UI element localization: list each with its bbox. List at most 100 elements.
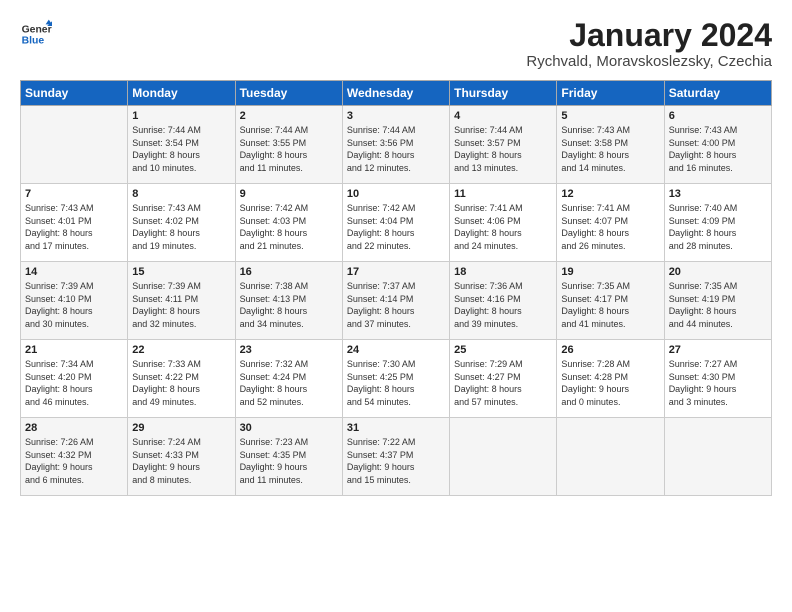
logo-icon: General Blue: [20, 18, 52, 50]
calendar-cell: 12 Sunrise: 7:41 AM Sunset: 4:07 PM Dayli…: [557, 184, 664, 262]
day-info: Sunrise: 7:34 AM Sunset: 4:20 PM Dayligh…: [25, 358, 123, 408]
col-sunday: Sunday: [21, 81, 128, 106]
calendar-cell: [450, 418, 557, 496]
calendar-cell: 8 Sunrise: 7:43 AM Sunset: 4:02 PM Daylig…: [128, 184, 235, 262]
col-tuesday: Tuesday: [235, 81, 342, 106]
col-thursday: Thursday: [450, 81, 557, 106]
day-number: 16: [240, 266, 338, 278]
day-info: Sunrise: 7:22 AM Sunset: 4:37 PM Dayligh…: [347, 436, 445, 486]
svg-text:Blue: Blue: [22, 36, 45, 47]
day-number: 20: [669, 266, 767, 278]
page: General Blue January 2024 Rychvald, Mora…: [0, 0, 792, 612]
calendar-cell: 19 Sunrise: 7:35 AM Sunset: 4:17 PM Dayli…: [557, 262, 664, 340]
calendar-cell: 26Sunrise: 7:28 AM Sunset: 4:28 PM Dayli…: [557, 340, 664, 418]
day-info: Sunrise: 7:44 AM Sunset: 3:56 PM Dayligh…: [347, 124, 445, 174]
day-number: 7: [25, 188, 123, 200]
day-info: Sunrise: 7:43 AM Sunset: 4:01 PM Dayligh…: [25, 202, 123, 252]
title-area: January 2024 Rychvald, Moravskoslezsky, …: [526, 18, 772, 70]
day-info: Sunrise: 7:27 AM Sunset: 4:30 PM Dayligh…: [669, 358, 767, 408]
header: General Blue January 2024 Rychvald, Mora…: [20, 18, 772, 70]
day-number: 26: [561, 344, 659, 356]
day-info: Sunrise: 7:42 AM Sunset: 4:04 PM Dayligh…: [347, 202, 445, 252]
calendar-cell: 10 Sunrise: 7:42 AM Sunset: 4:04 PM Dayli…: [342, 184, 449, 262]
day-info: Sunrise: 7:30 AM Sunset: 4:25 PM Dayligh…: [347, 358, 445, 408]
day-number: 24: [347, 344, 445, 356]
day-info: Sunrise: 7:32 AM Sunset: 4:24 PM Dayligh…: [240, 358, 338, 408]
calendar-cell: 28Sunrise: 7:26 AM Sunset: 4:32 PM Dayli…: [21, 418, 128, 496]
day-info: Sunrise: 7:35 AM Sunset: 4:17 PM Dayligh…: [561, 280, 659, 330]
day-info: Sunrise: 7:29 AM Sunset: 4:27 PM Dayligh…: [454, 358, 552, 408]
day-info: Sunrise: 7:41 AM Sunset: 4:06 PM Dayligh…: [454, 202, 552, 252]
day-number: 25: [454, 344, 552, 356]
day-number: 11: [454, 188, 552, 200]
day-number: 23: [240, 344, 338, 356]
svg-text:General: General: [22, 24, 52, 35]
calendar-cell: 22 Sunrise: 7:33 AM Sunset: 4:22 PM Dayli…: [128, 340, 235, 418]
header-row: Sunday Monday Tuesday Wednesday Thursday…: [21, 81, 772, 106]
calendar-week-3: 21Sunrise: 7:34 AM Sunset: 4:20 PM Dayli…: [21, 340, 772, 418]
calendar-cell: 24 Sunrise: 7:30 AM Sunset: 4:25 PM Dayli…: [342, 340, 449, 418]
calendar-cell: 7 Sunrise: 7:43 AM Sunset: 4:01 PM Daylig…: [21, 184, 128, 262]
day-number: 28: [25, 422, 123, 434]
day-info: Sunrise: 7:43 AM Sunset: 4:02 PM Dayligh…: [132, 202, 230, 252]
calendar-week-2: 14 Sunrise: 7:39 AM Sunset: 4:10 PM Dayli…: [21, 262, 772, 340]
calendar-cell: 6 Sunrise: 7:43 AM Sunset: 4:00 PM Daylig…: [664, 106, 771, 184]
col-monday: Monday: [128, 81, 235, 106]
day-info: Sunrise: 7:43 AM Sunset: 3:58 PM Dayligh…: [561, 124, 659, 174]
calendar-cell: 16 Sunrise: 7:38 AM Sunset: 4:13 PM Dayli…: [235, 262, 342, 340]
calendar-cell: 17 Sunrise: 7:37 AM Sunset: 4:14 PM Dayli…: [342, 262, 449, 340]
day-number: 14: [25, 266, 123, 278]
calendar-cell: 4 Sunrise: 7:44 AM Sunset: 3:57 PM Daylig…: [450, 106, 557, 184]
day-number: 6: [669, 110, 767, 122]
calendar-cell: 31 Sunrise: 7:22 AM Sunset: 4:37 PM Dayli…: [342, 418, 449, 496]
calendar-cell: [557, 418, 664, 496]
calendar-cell: 23 Sunrise: 7:32 AM Sunset: 4:24 PM Dayli…: [235, 340, 342, 418]
day-number: 3: [347, 110, 445, 122]
day-info: Sunrise: 7:23 AM Sunset: 4:35 PM Dayligh…: [240, 436, 338, 486]
day-number: 8: [132, 188, 230, 200]
calendar-week-1: 7 Sunrise: 7:43 AM Sunset: 4:01 PM Daylig…: [21, 184, 772, 262]
day-number: 10: [347, 188, 445, 200]
day-info: Sunrise: 7:33 AM Sunset: 4:22 PM Dayligh…: [132, 358, 230, 408]
day-info: Sunrise: 7:43 AM Sunset: 4:00 PM Dayligh…: [669, 124, 767, 174]
day-info: Sunrise: 7:38 AM Sunset: 4:13 PM Dayligh…: [240, 280, 338, 330]
day-info: Sunrise: 7:42 AM Sunset: 4:03 PM Dayligh…: [240, 202, 338, 252]
day-number: 1: [132, 110, 230, 122]
calendar-week-4: 28Sunrise: 7:26 AM Sunset: 4:32 PM Dayli…: [21, 418, 772, 496]
day-number: 31: [347, 422, 445, 434]
day-number: 17: [347, 266, 445, 278]
subtitle: Rychvald, Moravskoslezsky, Czechia: [526, 53, 772, 70]
calendar-cell: 15Sunrise: 7:39 AM Sunset: 4:11 PM Dayli…: [128, 262, 235, 340]
calendar-cell: 21Sunrise: 7:34 AM Sunset: 4:20 PM Dayli…: [21, 340, 128, 418]
day-info: Sunrise: 7:44 AM Sunset: 3:54 PM Dayligh…: [132, 124, 230, 174]
calendar-cell: [664, 418, 771, 496]
col-friday: Friday: [557, 81, 664, 106]
day-info: Sunrise: 7:41 AM Sunset: 4:07 PM Dayligh…: [561, 202, 659, 252]
day-info: Sunrise: 7:37 AM Sunset: 4:14 PM Dayligh…: [347, 280, 445, 330]
day-number: 13: [669, 188, 767, 200]
day-info: Sunrise: 7:44 AM Sunset: 3:55 PM Dayligh…: [240, 124, 338, 174]
day-number: 5: [561, 110, 659, 122]
day-info: Sunrise: 7:35 AM Sunset: 4:19 PM Dayligh…: [669, 280, 767, 330]
calendar-cell: 30 Sunrise: 7:23 AM Sunset: 4:35 PM Dayli…: [235, 418, 342, 496]
day-number: 30: [240, 422, 338, 434]
calendar-cell: 9Sunrise: 7:42 AM Sunset: 4:03 PM Daylig…: [235, 184, 342, 262]
calendar-cell: 5 Sunrise: 7:43 AM Sunset: 3:58 PM Daylig…: [557, 106, 664, 184]
day-number: 22: [132, 344, 230, 356]
calendar-cell: 25 Sunrise: 7:29 AM Sunset: 4:27 PM Dayli…: [450, 340, 557, 418]
calendar-cell: 13Sunrise: 7:40 AM Sunset: 4:09 PM Dayli…: [664, 184, 771, 262]
day-number: 4: [454, 110, 552, 122]
calendar-cell: 27 Sunrise: 7:27 AM Sunset: 4:30 PM Dayli…: [664, 340, 771, 418]
day-info: Sunrise: 7:44 AM Sunset: 3:57 PM Dayligh…: [454, 124, 552, 174]
day-number: 19: [561, 266, 659, 278]
day-number: 12: [561, 188, 659, 200]
col-saturday: Saturday: [664, 81, 771, 106]
calendar-cell: 29Sunrise: 7:24 AM Sunset: 4:33 PM Dayli…: [128, 418, 235, 496]
calendar-cell: 11 Sunrise: 7:41 AM Sunset: 4:06 PM Dayli…: [450, 184, 557, 262]
day-info: Sunrise: 7:39 AM Sunset: 4:10 PM Dayligh…: [25, 280, 123, 330]
calendar-cell: 2 Sunrise: 7:44 AM Sunset: 3:55 PM Daylig…: [235, 106, 342, 184]
day-number: 27: [669, 344, 767, 356]
calendar-cell: [21, 106, 128, 184]
calendar-cell: 14 Sunrise: 7:39 AM Sunset: 4:10 PM Dayli…: [21, 262, 128, 340]
day-number: 2: [240, 110, 338, 122]
